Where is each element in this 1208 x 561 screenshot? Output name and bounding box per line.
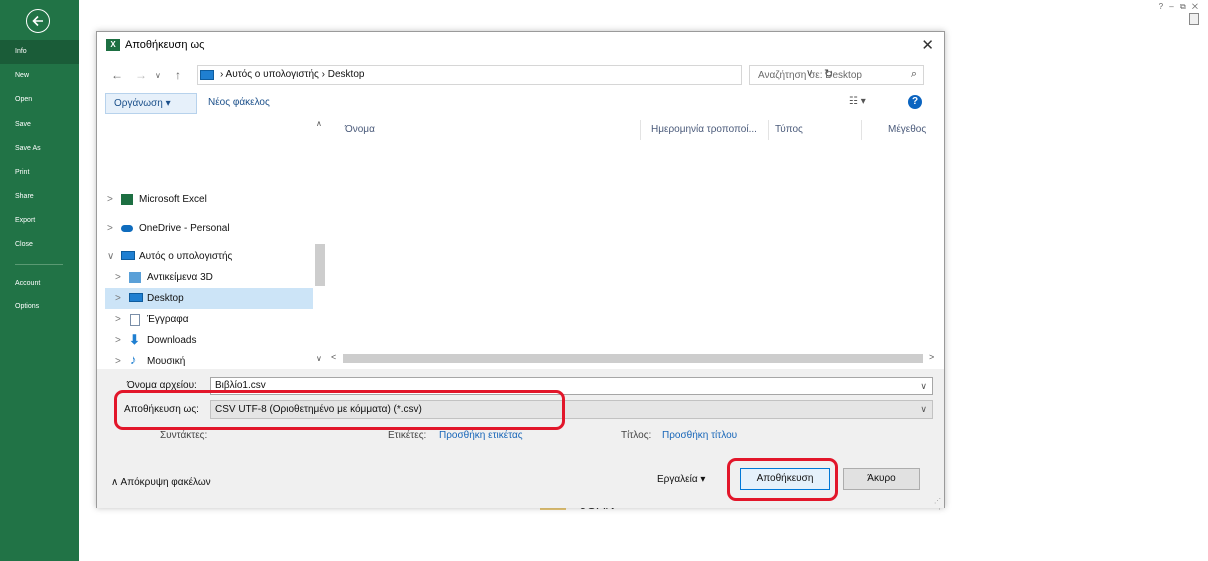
scroll-left-icon[interactable]: < (331, 352, 336, 362)
back-button[interactable] (26, 9, 50, 33)
tree-item-microsoft-excel[interactable]: > Microsoft Excel (105, 189, 313, 210)
cube-icon (129, 272, 141, 283)
music-note-icon: ♪ (130, 352, 137, 367)
file-list-header: Όνομα Ημερομηνία τροποποί... Τύπος Μέγεθ… (333, 120, 945, 140)
sidebar-item-options[interactable]: Options (0, 295, 79, 319)
address-bar[interactable]: › Αυτός ο υπολογιστής › Desktop ∨ ↻ (197, 65, 833, 85)
save-as-dialog: X Αποθήκευση ως ✕ ← → ∨ ↑ › Αυτός ο υπολ… (96, 31, 945, 508)
up-arrow-icon[interactable]: ↑ (175, 68, 181, 82)
cloud-icon (121, 225, 133, 232)
download-arrow-icon: ⬇ (129, 332, 140, 347)
chevron-right-icon[interactable]: > (115, 330, 121, 351)
sidebar-divider (15, 264, 63, 265)
tree-item-label: Downloads (147, 335, 197, 346)
hscrollbar-thumb[interactable] (343, 354, 923, 363)
address-breadcrumb[interactable]: › Αυτός ο υπολογιστής › Desktop (220, 69, 364, 80)
tree-item-3d-objects[interactable]: > Αντικείμενα 3D (105, 267, 313, 288)
view-options-button[interactable]: ☷ ▾ (849, 96, 866, 107)
chevron-down-icon[interactable]: ∨ (920, 401, 927, 418)
column-separator[interactable] (640, 120, 641, 140)
window-controls[interactable]: ? – ⧉ ✕ (1159, 2, 1200, 12)
sidebar-item-save-as[interactable]: Save As (0, 137, 79, 161)
sidebar-item-print[interactable]: Print (0, 161, 79, 185)
chevron-right-icon[interactable]: > (115, 267, 121, 288)
cancel-button[interactable]: Άκυρο (843, 468, 920, 490)
sidebar-item-account[interactable]: Account (0, 272, 79, 296)
tools-button[interactable]: Εργαλεία ▾ (657, 474, 705, 485)
tree-item-label: Microsoft Excel (139, 194, 207, 205)
backstage-sidebar: Info New Open Save Save As Print Share E… (0, 0, 79, 561)
chevron-down-icon[interactable]: ∨ (107, 246, 114, 267)
highlight-filetype (114, 390, 565, 430)
tree-item-label: Μουσική (147, 356, 186, 366)
chevron-right-icon[interactable]: > (107, 189, 113, 210)
tree-item-label: Αντικείμενα 3D (147, 272, 213, 283)
authors-label: Συντάκτες: (160, 430, 208, 441)
tags-label: Ετικέτες: (388, 430, 427, 441)
dialog-toolbar: Οργάνωση ▾ Νέος φάκελος ☷ ▾ ? (97, 93, 944, 115)
column-separator[interactable] (861, 120, 862, 140)
highlight-save-button (727, 458, 838, 501)
tree-item-downloads[interactable]: > ⬇ Downloads (105, 330, 313, 351)
tree-item-desktop[interactable]: > Desktop (105, 288, 313, 309)
sidebar-item-info[interactable]: Info (0, 40, 79, 64)
title-label: Τίτλος: (621, 430, 652, 441)
help-icon[interactable]: ? (908, 95, 922, 109)
hide-folders-button[interactable]: ∧ Απόκρυψη φακέλων (111, 477, 211, 488)
tree-item-music[interactable]: > ♪ Μουσική (105, 351, 313, 367)
tree-item-this-pc[interactable]: ∨ Αυτός ο υπολογιστής (105, 246, 313, 267)
navigation-pane: > Microsoft Excel > OneDrive - Personal … (97, 118, 329, 366)
sidebar-item-close[interactable]: Close (0, 233, 79, 257)
computer-icon (200, 70, 214, 80)
desktop-icon (129, 293, 143, 302)
tree-item-onedrive[interactable]: > OneDrive - Personal (105, 218, 313, 239)
column-size[interactable]: Μέγεθος (888, 124, 926, 135)
resize-grip-icon[interactable]: ⋰ (934, 497, 941, 505)
chevron-right-icon[interactable]: > (107, 218, 113, 239)
user-avatar-icon[interactable] (1189, 13, 1199, 25)
tree-item-documents[interactable]: > Έγγραφα (105, 309, 313, 330)
excel-icon: X (106, 39, 120, 51)
computer-icon (121, 251, 135, 260)
file-list-hscrollbar[interactable]: < > (329, 352, 941, 365)
scroll-right-icon[interactable]: > (929, 352, 934, 362)
tree-item-label: OneDrive - Personal (139, 223, 230, 234)
tree-scrollbar[interactable] (314, 118, 326, 366)
new-folder-button[interactable]: Νέος φάκελος (208, 97, 270, 108)
tree-item-label: Αυτός ο υπολογιστής (139, 251, 233, 262)
scroll-up-icon[interactable]: ∧ (316, 119, 322, 128)
search-icon[interactable]: ⌕ (911, 68, 917, 81)
recent-locations-chevron-icon[interactable]: ∨ (155, 71, 161, 80)
add-title-link[interactable]: Προσθήκη τίτλου (662, 430, 737, 441)
organize-button[interactable]: Οργάνωση ▾ (105, 93, 197, 114)
sidebar-item-share[interactable]: Share (0, 185, 79, 209)
tree-item-label: Desktop (147, 293, 184, 304)
document-icon (130, 314, 140, 326)
back-arrow-icon (32, 15, 43, 27)
tree-scrollbar-thumb[interactable] (315, 244, 325, 286)
add-tag-link[interactable]: Προσθήκη ετικέτας (439, 430, 523, 441)
chevron-down-icon[interactable]: ∨ (920, 378, 927, 394)
chevron-right-icon[interactable]: > (115, 309, 121, 330)
tree-item-label: Έγγραφα (147, 314, 189, 325)
chevron-right-icon[interactable]: > (115, 288, 121, 309)
chevron-right-icon[interactable]: > (115, 351, 121, 366)
column-separator[interactable] (768, 120, 769, 140)
forward-arrow-icon[interactable]: → (135, 68, 147, 82)
search-input[interactable]: Αναζήτηση σε: Desktop ⌕ (749, 65, 924, 85)
search-placeholder: Αναζήτηση σε: Desktop (758, 70, 862, 81)
scroll-down-icon[interactable]: ∨ (316, 354, 322, 363)
sidebar-item-export[interactable]: Export (0, 209, 79, 233)
column-date-modified[interactable]: Ημερομηνία τροποποί... (651, 124, 757, 135)
column-type[interactable]: Τύπος (775, 124, 803, 135)
sidebar-item-open[interactable]: Open (0, 88, 79, 112)
column-name[interactable]: Όνομα (345, 124, 375, 135)
close-icon[interactable]: ✕ (921, 36, 934, 54)
sidebar-item-save[interactable]: Save (0, 113, 79, 137)
excel-icon (121, 194, 133, 205)
back-arrow-icon[interactable]: ← (111, 68, 123, 82)
dialog-titlebar[interactable]: X Αποθήκευση ως ✕ (97, 32, 944, 60)
sidebar-item-new[interactable]: New (0, 64, 79, 88)
dialog-title: Αποθήκευση ως (125, 39, 205, 51)
